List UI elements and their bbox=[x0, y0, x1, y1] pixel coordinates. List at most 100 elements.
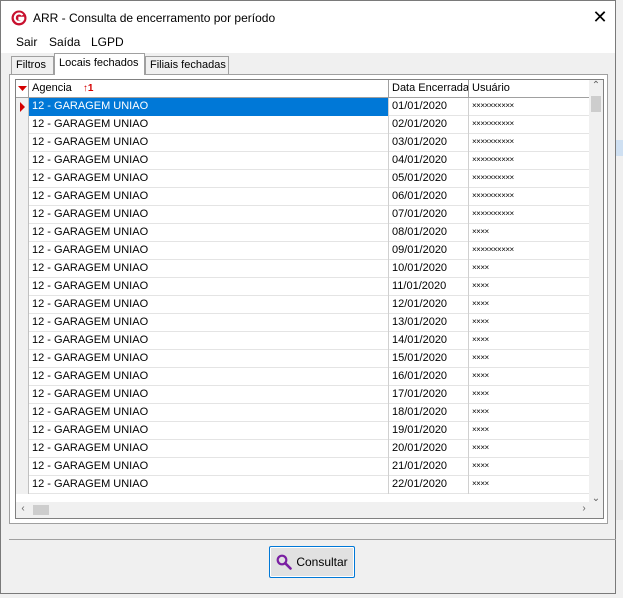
cell-data-encerrada[interactable]: 21/01/2020 bbox=[389, 458, 469, 476]
row-indicator[interactable] bbox=[16, 242, 29, 260]
vertical-scroll-thumb[interactable] bbox=[591, 96, 601, 112]
cell-usuario[interactable]: ×××××××××× bbox=[469, 242, 591, 260]
cell-data-encerrada[interactable]: 10/01/2020 bbox=[389, 260, 469, 278]
cell-agencia[interactable]: 12 - GARAGEM UNIAO bbox=[29, 296, 389, 314]
table-row[interactable]: 12 - GARAGEM UNIAO 05/01/2020 ×××××××××× bbox=[16, 170, 591, 188]
menu-item-sair[interactable]: Sair bbox=[13, 35, 40, 49]
table-row[interactable]: 12 - GARAGEM UNIAO 08/01/2020 ×××× bbox=[16, 224, 591, 242]
table-row[interactable]: 12 - GARAGEM UNIAO 13/01/2020 ×××× bbox=[16, 314, 591, 332]
cell-usuario[interactable]: ×××× bbox=[469, 224, 591, 242]
row-indicator[interactable] bbox=[16, 278, 29, 296]
table-row[interactable]: 12 - GARAGEM UNIAO 20/01/2020 ×××× bbox=[16, 440, 591, 458]
row-indicator[interactable] bbox=[16, 440, 29, 458]
cell-agencia[interactable]: 12 - GARAGEM UNIAO bbox=[29, 422, 389, 440]
cell-data-encerrada[interactable]: 14/01/2020 bbox=[389, 332, 469, 350]
close-icon[interactable]: ✕ bbox=[585, 1, 615, 33]
cell-usuario[interactable]: ×××× bbox=[469, 386, 591, 404]
table-row[interactable]: 12 - GARAGEM UNIAO 19/01/2020 ×××× bbox=[16, 422, 591, 440]
cell-agencia[interactable]: 12 - GARAGEM UNIAO bbox=[29, 224, 389, 242]
cell-agencia[interactable]: 12 - GARAGEM UNIAO bbox=[29, 206, 389, 224]
cell-data-encerrada[interactable]: 15/01/2020 bbox=[389, 350, 469, 368]
cell-data-encerrada[interactable]: 06/01/2020 bbox=[389, 188, 469, 206]
row-indicator[interactable] bbox=[16, 170, 29, 188]
cell-data-encerrada[interactable]: 04/01/2020 bbox=[389, 152, 469, 170]
cell-data-encerrada[interactable]: 02/01/2020 bbox=[389, 116, 469, 134]
cell-usuario[interactable]: ×××× bbox=[469, 476, 591, 494]
column-header-agencia[interactable]: Agencia ↑1 bbox=[29, 80, 389, 98]
cell-usuario[interactable]: ×××× bbox=[469, 368, 591, 386]
row-indicator[interactable] bbox=[16, 458, 29, 476]
cell-usuario[interactable]: ×××××××××× bbox=[469, 188, 591, 206]
table-row[interactable]: 12 - GARAGEM UNIAO 07/01/2020 ×××××××××× bbox=[16, 206, 591, 224]
table-row[interactable]: 12 - GARAGEM UNIAO 03/01/2020 ×××××××××× bbox=[16, 134, 591, 152]
cell-data-encerrada[interactable]: 12/01/2020 bbox=[389, 296, 469, 314]
table-row[interactable]: 12 - GARAGEM UNIAO 18/01/2020 ×××× bbox=[16, 404, 591, 422]
scroll-up-icon[interactable]: ⌃ bbox=[589, 80, 603, 91]
row-indicator[interactable] bbox=[16, 368, 29, 386]
cell-agencia[interactable]: 12 - GARAGEM UNIAO bbox=[29, 386, 389, 404]
cell-data-encerrada[interactable]: 20/01/2020 bbox=[389, 440, 469, 458]
menu-item-saida[interactable]: Saída bbox=[46, 35, 83, 49]
cell-agencia[interactable]: 12 - GARAGEM UNIAO bbox=[29, 98, 389, 116]
row-indicator[interactable] bbox=[16, 206, 29, 224]
column-header-data-encerrada[interactable]: Data Encerrada bbox=[389, 80, 469, 98]
tab-filtros[interactable]: Filtros bbox=[11, 56, 54, 75]
data-grid[interactable]: Agencia ↑1 Data Encerrada Usuário 12 - G… bbox=[15, 79, 604, 519]
table-row[interactable]: 12 - GARAGEM UNIAO 17/01/2020 ×××× bbox=[16, 386, 591, 404]
cell-agencia[interactable]: 12 - GARAGEM UNIAO bbox=[29, 188, 389, 206]
cell-agencia[interactable]: 12 - GARAGEM UNIAO bbox=[29, 332, 389, 350]
row-indicator[interactable] bbox=[16, 386, 29, 404]
horizontal-scrollbar[interactable]: ‹ › bbox=[16, 502, 591, 518]
cell-data-encerrada[interactable]: 09/01/2020 bbox=[389, 242, 469, 260]
cell-usuario[interactable]: ×××××××××× bbox=[469, 134, 591, 152]
table-row[interactable]: 12 - GARAGEM UNIAO 12/01/2020 ×××× bbox=[16, 296, 591, 314]
cell-usuario[interactable]: ×××××××××× bbox=[469, 206, 591, 224]
table-row[interactable]: 12 - GARAGEM UNIAO 15/01/2020 ×××× bbox=[16, 350, 591, 368]
cell-data-encerrada[interactable]: 08/01/2020 bbox=[389, 224, 469, 242]
cell-agencia[interactable]: 12 - GARAGEM UNIAO bbox=[29, 404, 389, 422]
cell-data-encerrada[interactable]: 01/01/2020 bbox=[389, 98, 469, 116]
cell-usuario[interactable]: ×××× bbox=[469, 440, 591, 458]
table-row[interactable]: 12 - GARAGEM UNIAO 09/01/2020 ×××××××××× bbox=[16, 242, 591, 260]
cell-usuario[interactable]: ×××× bbox=[469, 458, 591, 476]
cell-data-encerrada[interactable]: 05/01/2020 bbox=[389, 170, 469, 188]
cell-agencia[interactable]: 12 - GARAGEM UNIAO bbox=[29, 350, 389, 368]
cell-usuario[interactable]: ×××× bbox=[469, 278, 591, 296]
row-indicator[interactable] bbox=[16, 332, 29, 350]
row-indicator[interactable] bbox=[16, 260, 29, 278]
table-row[interactable]: 12 - GARAGEM UNIAO 11/01/2020 ×××× bbox=[16, 278, 591, 296]
cell-usuario[interactable]: ×××× bbox=[469, 296, 591, 314]
table-row[interactable]: 12 - GARAGEM UNIAO 01/01/2020 ×××××××××× bbox=[16, 98, 591, 116]
cell-data-encerrada[interactable]: 18/01/2020 bbox=[389, 404, 469, 422]
row-indicator[interactable] bbox=[16, 134, 29, 152]
cell-data-encerrada[interactable]: 13/01/2020 bbox=[389, 314, 469, 332]
cell-agencia[interactable]: 12 - GARAGEM UNIAO bbox=[29, 242, 389, 260]
column-header-usuario[interactable]: Usuário bbox=[469, 80, 591, 98]
cell-agencia[interactable]: 12 - GARAGEM UNIAO bbox=[29, 170, 389, 188]
cell-data-encerrada[interactable]: 03/01/2020 bbox=[389, 134, 469, 152]
cell-data-encerrada[interactable]: 11/01/2020 bbox=[389, 278, 469, 296]
cell-usuario[interactable]: ×××××××××× bbox=[469, 170, 591, 188]
table-row[interactable]: 12 - GARAGEM UNIAO 10/01/2020 ×××× bbox=[16, 260, 591, 278]
table-row[interactable]: 12 - GARAGEM UNIAO 04/01/2020 ×××××××××× bbox=[16, 152, 591, 170]
tab-locais-fechados[interactable]: Locais fechados bbox=[54, 53, 145, 75]
row-indicator[interactable] bbox=[16, 188, 29, 206]
cell-data-encerrada[interactable]: 22/01/2020 bbox=[389, 476, 469, 494]
table-row[interactable]: 12 - GARAGEM UNIAO 06/01/2020 ×××××××××× bbox=[16, 188, 591, 206]
row-indicator[interactable] bbox=[16, 224, 29, 242]
cell-agencia[interactable]: 12 - GARAGEM UNIAO bbox=[29, 278, 389, 296]
row-indicator[interactable] bbox=[16, 296, 29, 314]
cell-agencia[interactable]: 12 - GARAGEM UNIAO bbox=[29, 152, 389, 170]
row-indicator[interactable] bbox=[16, 476, 29, 494]
row-indicator[interactable] bbox=[16, 350, 29, 368]
cell-agencia[interactable]: 12 - GARAGEM UNIAO bbox=[29, 260, 389, 278]
table-row[interactable]: 12 - GARAGEM UNIAO 02/01/2020 ×××××××××× bbox=[16, 116, 591, 134]
cell-agencia[interactable]: 12 - GARAGEM UNIAO bbox=[29, 458, 389, 476]
cell-agencia[interactable]: 12 - GARAGEM UNIAO bbox=[29, 314, 389, 332]
cell-agencia[interactable]: 12 - GARAGEM UNIAO bbox=[29, 116, 389, 134]
cell-data-encerrada[interactable]: 19/01/2020 bbox=[389, 422, 469, 440]
vertical-scrollbar[interactable]: ⌃ ⌄ bbox=[589, 80, 603, 504]
horizontal-scroll-thumb[interactable] bbox=[33, 505, 49, 515]
cell-agencia[interactable]: 12 - GARAGEM UNIAO bbox=[29, 440, 389, 458]
cell-usuario[interactable]: ×××× bbox=[469, 404, 591, 422]
